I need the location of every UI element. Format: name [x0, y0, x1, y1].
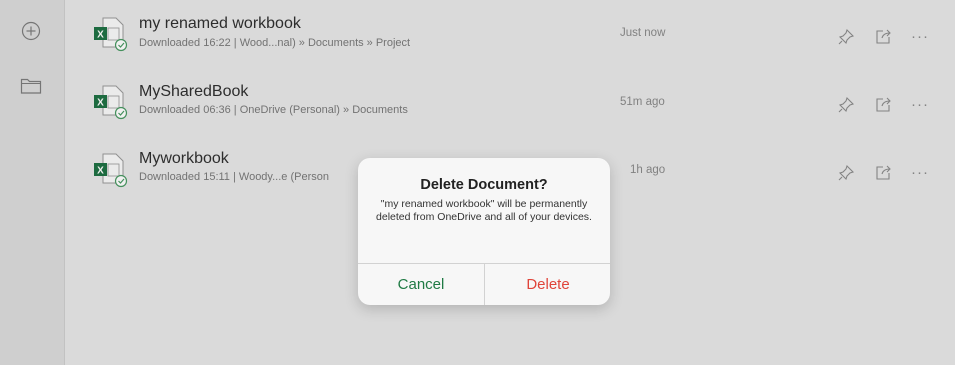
file-name: my renamed workbook [139, 15, 301, 32]
share-icon [876, 165, 891, 180]
cancel-button[interactable]: Cancel [358, 264, 484, 305]
open-button[interactable] [16, 71, 46, 101]
list-item[interactable]: X MySharedBook Downloaded 06:36 | OneDri… [65, 72, 955, 134]
file-location: Downloaded 16:22 | Wood...nal) » Documen… [139, 37, 411, 49]
dialog-title: Delete Document? [420, 177, 548, 193]
share-button[interactable] [872, 162, 894, 184]
excel-file-icon: X [94, 153, 128, 188]
plus-circle-icon [21, 21, 41, 41]
more-button[interactable]: ··· [909, 26, 931, 48]
svg-text:X: X [97, 166, 104, 177]
list-item[interactable]: X my renamed workbook Downloaded 16:22 |… [65, 4, 955, 66]
file-modified-time: 51m ago [620, 96, 665, 108]
more-button[interactable]: ··· [909, 94, 931, 116]
pin-icon [838, 96, 855, 113]
file-modified-time: Just now [620, 27, 666, 39]
file-location: Downloaded 06:36 | OneDrive (Personal) »… [139, 104, 408, 116]
pin-icon [838, 164, 855, 181]
file-location: Downloaded 15:11 | Woody...e (Person [139, 171, 329, 183]
file-modified-time: 1h ago [630, 164, 666, 176]
pin-button[interactable] [835, 162, 857, 184]
delete-button[interactable]: Delete [485, 264, 610, 305]
excel-file-icon: X [94, 85, 128, 120]
folder-icon [20, 78, 42, 94]
file-name: Myworkbook [139, 150, 229, 167]
share-icon [876, 29, 891, 44]
share-icon [876, 97, 891, 112]
pin-button[interactable] [835, 26, 857, 48]
svg-text:X: X [97, 98, 104, 109]
delete-dialog: Delete Document? "my renamed workbook" w… [358, 158, 610, 305]
share-button[interactable] [872, 26, 894, 48]
new-button[interactable] [16, 16, 46, 46]
share-button[interactable] [872, 94, 894, 116]
svg-text:X: X [97, 30, 104, 41]
file-name: MySharedBook [139, 83, 249, 100]
excel-file-icon: X [94, 17, 128, 52]
pin-button[interactable] [835, 94, 857, 116]
sidebar [0, 0, 65, 365]
pin-icon [838, 28, 855, 45]
more-button[interactable]: ··· [909, 162, 931, 184]
dialog-message: "my renamed workbook" will be permanentl… [376, 198, 592, 223]
